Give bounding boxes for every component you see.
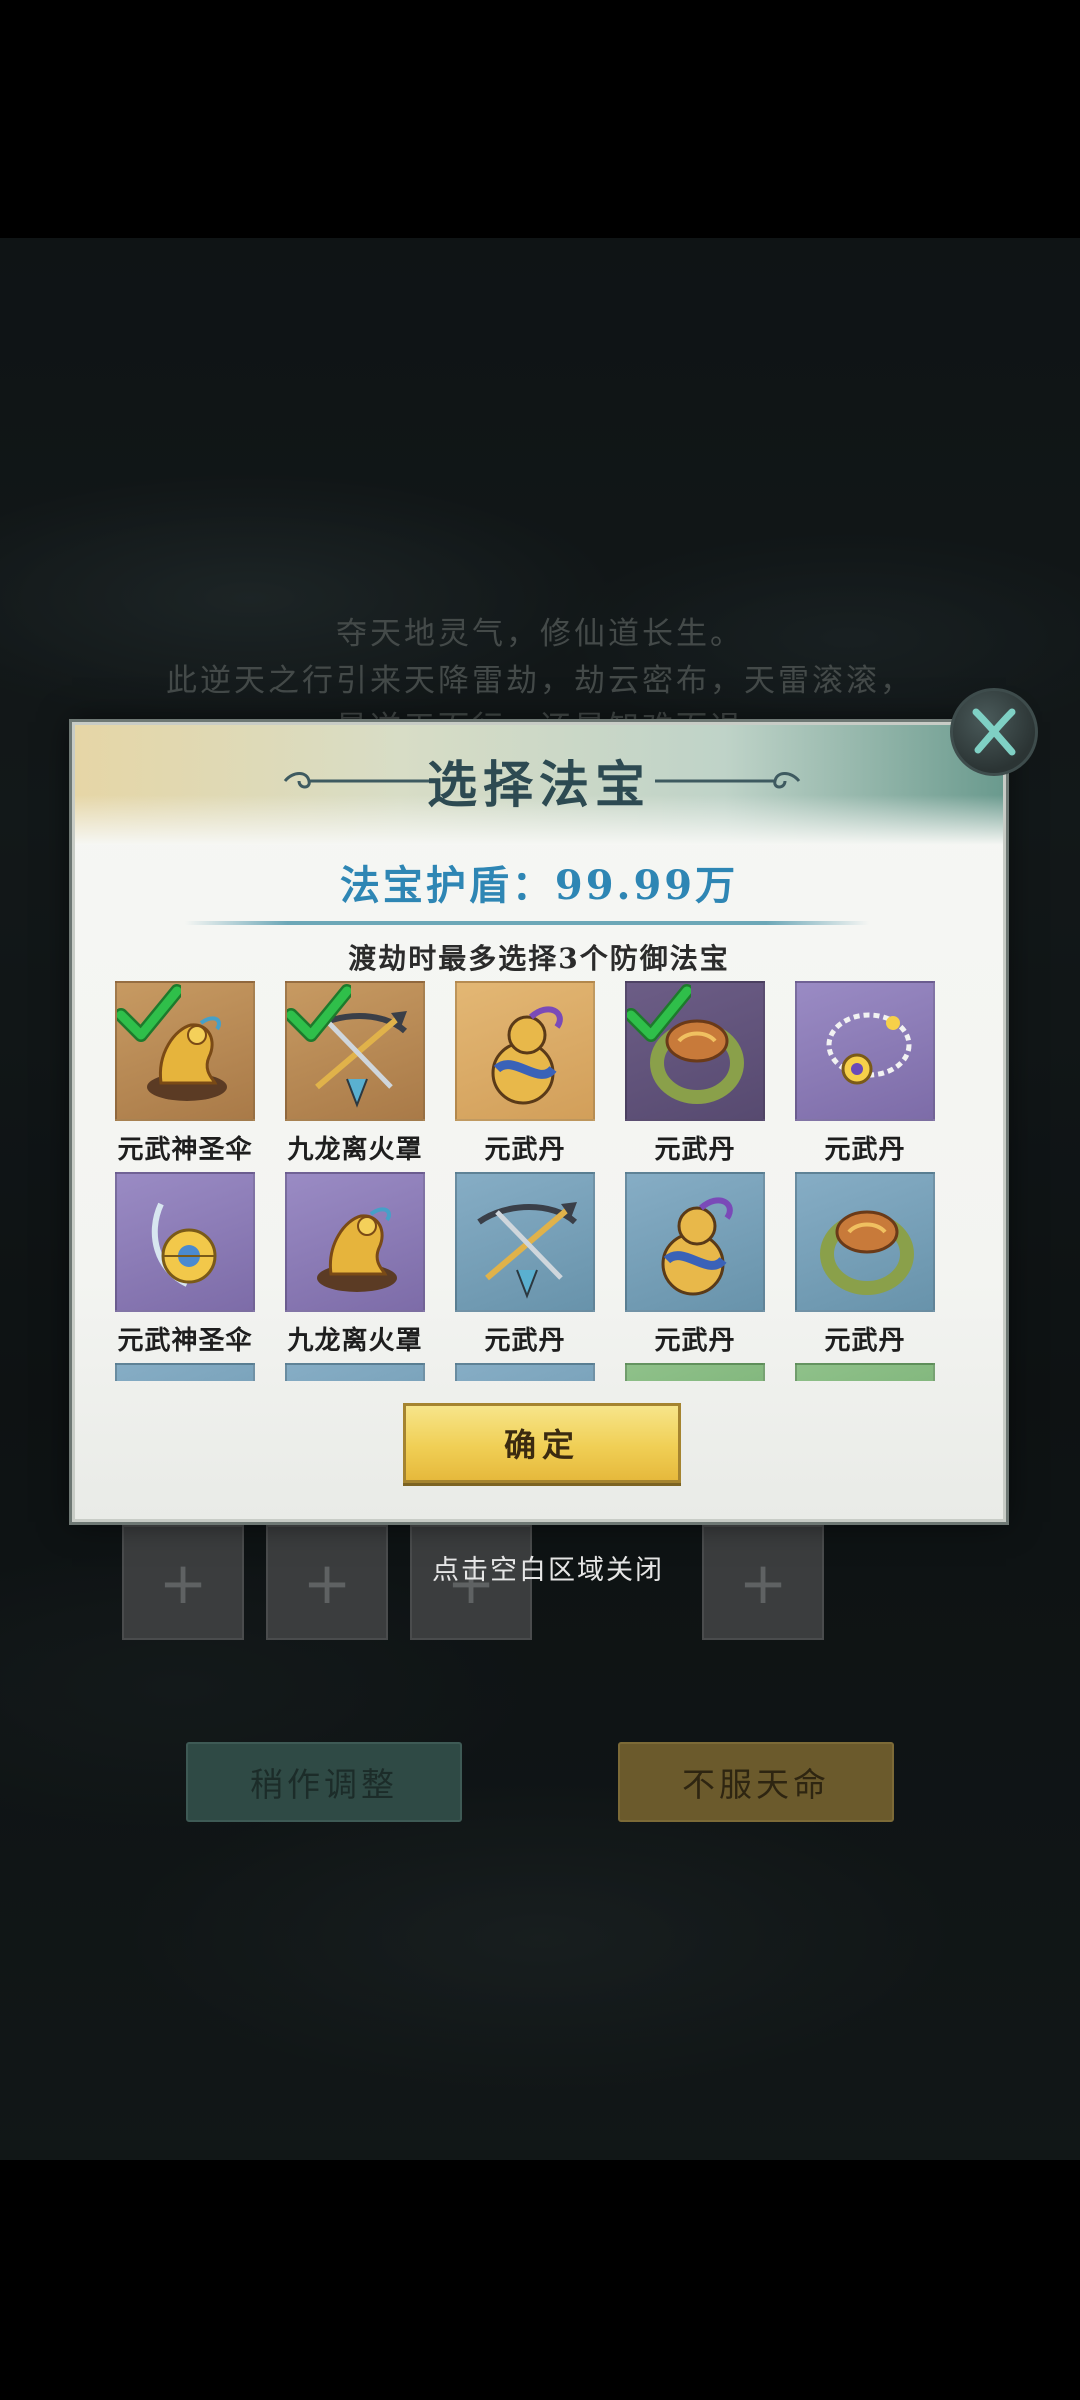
divider [185,921,869,925]
treasure-item-frame[interactable] [625,981,765,1121]
defy-fate-button[interactable]: 不服天命 [618,1742,894,1822]
treasure-item[interactable]: 元武丹 [625,981,765,1166]
treasure-item-frame[interactable] [625,1172,765,1312]
treasure-item-name: 元武丹 [484,1326,566,1356]
letterbox-top [0,0,1080,238]
treasure-grid[interactable]: 元武神圣伞 九龙离火罩 元武丹 元武丹 元武丹 元武神圣伞 九龙离火罩 元武丹 元武丹 元武丹 [115,981,975,1381]
treasure-item-name: 九龙离火罩 [287,1135,423,1165]
selected-check-icon [287,984,351,1042]
treasure-item-name: 元武丹 [484,1135,566,1165]
treasure-item[interactable]: 元武丹 [455,981,595,1166]
treasure-item-frame[interactable] [285,1363,425,1381]
select-treasure-dialog: 选择法宝 法宝护盾：99.99万 渡劫时最多选择3个防御法宝 元武神圣伞九龙离火… [72,722,1006,1522]
gourd-icon [491,1006,563,1105]
treasure-item-frame[interactable] [625,1363,765,1381]
treasure-item-name: 元武丹 [654,1326,736,1356]
adjust-button[interactable]: 稍作调整 [186,1742,462,1822]
dialog-title: 选择法宝 [427,755,651,814]
ring-icon [820,1210,914,1295]
treasure-item-frame[interactable] [285,1172,425,1312]
treasure-item-frame[interactable] [115,981,255,1121]
selected-check-icon [117,984,181,1042]
treasure-item[interactable]: 元武丹 [795,981,935,1166]
treasure-item[interactable]: 元武神圣伞 [115,981,255,1166]
treasure-item-name: 元武神圣伞 [117,1326,253,1356]
shield-value: 法宝护盾：99.99万 [339,862,739,909]
treasure-item[interactable]: 元武丹 [455,1172,595,1357]
crossbow-icon [477,1202,578,1299]
treasure-item-name: 元武丹 [824,1135,906,1165]
treasure-item-frame[interactable] [455,981,595,1121]
letterbox-bottom [0,2160,1080,2400]
gourd-icon [661,1197,733,1296]
treasure-item-frame[interactable] [455,1172,595,1312]
treasure-item-frame[interactable] [455,1363,595,1381]
treasure-item[interactable]: 元武丹 [795,1172,935,1357]
selection-limit-text: 渡劫时最多选择3个防御法宝 [348,942,730,975]
treasure-item[interactable]: 九龙离火罩 [285,981,425,1166]
treasure-item-frame[interactable] [115,1172,255,1312]
selected-check-icon [627,984,691,1042]
dragon-statue-icon [317,1207,397,1292]
treasure-item-name: 元武丹 [824,1326,906,1356]
close-hint: 点击空白区域关闭 [432,1555,664,1586]
treasure-item-name: 元武丹 [654,1135,736,1165]
necklace-icon [826,1012,912,1085]
confirm-button[interactable]: 确定 [403,1403,681,1483]
treasure-item[interactable]: 九龙离火罩 [285,1172,425,1357]
treasure-item-frame[interactable] [795,1172,935,1312]
treasure-item[interactable]: 元武神圣伞 [115,1172,255,1357]
treasure-item[interactable] [455,1363,595,1381]
treasure-item[interactable]: 元武丹 [625,1172,765,1357]
treasure-item[interactable] [115,1363,255,1381]
treasure-item-name: 元武神圣伞 [117,1135,253,1165]
treasure-item-frame[interactable] [795,981,935,1121]
treasure-item-frame[interactable] [115,1363,255,1381]
treasure-item-name: 九龙离火罩 [287,1326,423,1356]
treasure-item[interactable] [625,1363,765,1381]
treasure-item[interactable] [795,1363,935,1381]
amulet-icon [151,1202,217,1287]
treasure-item-frame[interactable] [795,1363,935,1381]
treasure-item-frame[interactable] [285,981,425,1121]
treasure-item[interactable] [285,1363,425,1381]
